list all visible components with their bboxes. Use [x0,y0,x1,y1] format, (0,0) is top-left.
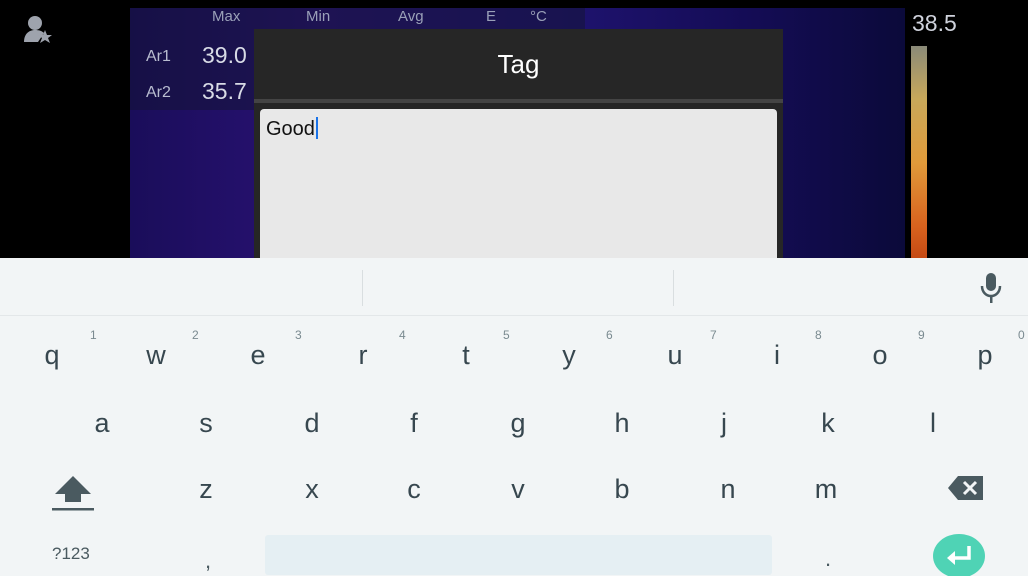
row-label-ar2: Ar2 [146,84,171,101]
key-x[interactable]: x [282,474,342,505]
key-g[interactable]: g [488,408,548,439]
key-e[interactable]: e [228,340,288,371]
header-max: Max [212,8,241,25]
key-t[interactable]: t [436,340,496,371]
header-min: Min [306,8,331,25]
key-c[interactable]: c [384,474,444,505]
symbols-key[interactable]: ?123 [52,544,90,564]
header-unit: °C [530,8,547,25]
key-hint-6: 6 [606,328,613,342]
key-d[interactable]: d [282,408,342,439]
shift-key[interactable] [50,472,96,512]
tag-dialog: Tag Good [254,29,783,269]
key-q[interactable]: q [22,340,82,371]
comma-key[interactable]: , [198,548,218,574]
key-o[interactable]: o [850,340,910,371]
backspace-icon [948,476,983,500]
tag-input[interactable]: Good [260,109,777,269]
key-n[interactable]: n [698,474,758,505]
enter-icon [947,546,971,565]
key-a[interactable]: a [72,408,132,439]
key-l[interactable]: l [903,408,963,439]
key-hint-0: 0 [1018,328,1025,342]
key-k[interactable]: k [798,408,858,439]
suggestion-divider [362,270,363,306]
key-u[interactable]: u [645,340,705,371]
key-hint-4: 4 [399,328,406,342]
period-key[interactable]: . [818,546,838,572]
key-hint-5: 5 [503,328,510,342]
key-w[interactable]: w [126,340,186,371]
row-value-ar2: 35.7 [202,78,247,104]
row-label-ar1: Ar1 [146,48,171,65]
header-avg: Avg [398,8,424,25]
space-bar[interactable] [265,535,772,575]
enter-key[interactable] [933,534,985,576]
key-v[interactable]: v [488,474,548,505]
header-e: E [486,8,497,25]
key-b[interactable]: b [592,474,652,505]
row-value-ar1: 39.0 [202,42,247,68]
key-hint-1: 1 [90,328,97,342]
key-r[interactable]: r [333,340,393,371]
key-hint-7: 7 [710,328,717,342]
key-m[interactable]: m [796,474,856,505]
backspace-key[interactable] [946,474,986,502]
key-i[interactable]: i [747,340,807,371]
key-s[interactable]: s [176,408,236,439]
soft-keyboard: q 1 w 2 e 3 r 4 t 5 y 6 u 7 i 8 o 9 p 0 … [0,258,1028,576]
dialog-divider [254,99,783,103]
key-h[interactable]: h [592,408,652,439]
key-j[interactable]: j [694,408,754,439]
suggestion-divider [673,270,674,306]
key-p[interactable]: p [955,340,1015,371]
key-z[interactable]: z [176,474,236,505]
color-scale-bar [911,46,927,258]
user-star-icon[interactable] [24,14,52,44]
key-hint-8: 8 [815,328,822,342]
suggestion-bar [0,258,1028,316]
mic-icon[interactable] [980,272,1002,304]
tag-input-text: Good [266,118,315,140]
key-y[interactable]: y [539,340,599,371]
text-caret [315,117,318,139]
shift-icon [52,476,94,511]
key-hint-3: 3 [295,328,302,342]
dialog-title: Tag [497,49,540,79]
key-hint-2: 2 [192,328,199,342]
key-f[interactable]: f [384,408,444,439]
scale-max-temperature: 38.5 [912,10,957,36]
key-hint-9: 9 [918,328,925,342]
